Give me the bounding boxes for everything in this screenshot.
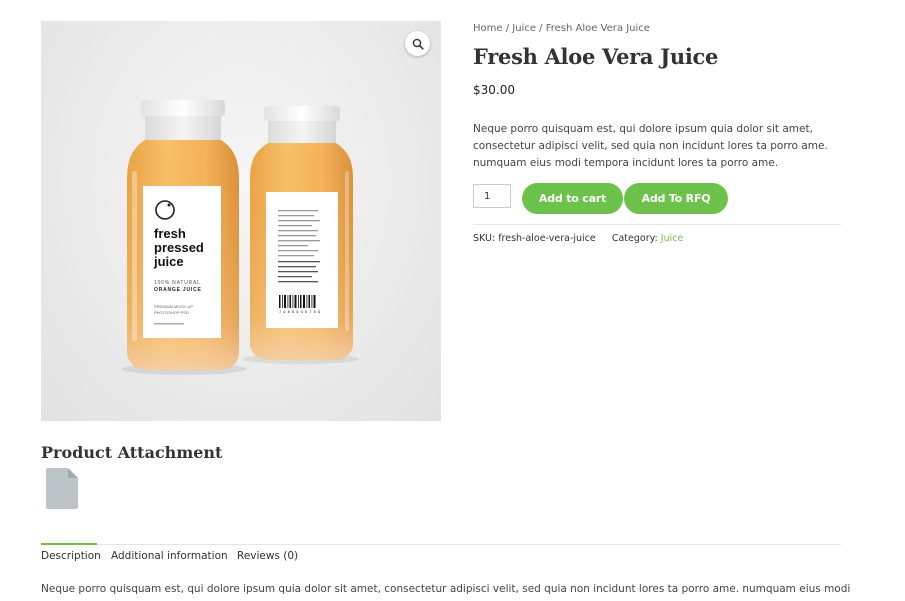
product-image[interactable]: fresh pressed juice 100% NATURAL ORANGE …	[41, 21, 441, 421]
attachment-file[interactable]	[46, 468, 78, 513]
sku-label: SKU:	[473, 233, 499, 244]
file-icon	[46, 468, 78, 509]
product-price: $30.00	[473, 83, 515, 97]
product-title: Fresh Aloe Vera Juice	[473, 44, 719, 69]
add-to-cart-button[interactable]: Add to cart	[522, 183, 623, 214]
attachment-title: Product Attachment	[41, 443, 223, 462]
svg-text:PREMIUM MOCK-UP: PREMIUM MOCK-UP	[154, 304, 193, 309]
add-to-rfq-button[interactable]: Add To RFQ	[624, 183, 728, 214]
sku-value: fresh-aloe-vera-juice	[498, 233, 596, 244]
tabs-divider	[41, 544, 841, 545]
breadcrumb-separator: /	[502, 23, 513, 34]
description-text: Neque porro quisquam est, qui dolore ips…	[41, 583, 851, 595]
tab-description[interactable]: Description	[41, 550, 101, 562]
zoom-button[interactable]	[405, 31, 430, 56]
tab-reviews[interactable]: Reviews (0)	[237, 550, 298, 562]
breadcrumb-home[interactable]: Home	[473, 23, 503, 34]
svg-text:pressed: pressed	[154, 240, 204, 255]
category-link[interactable]: Juice	[661, 233, 684, 244]
svg-text:ORANGE JUICE: ORANGE JUICE	[154, 287, 202, 293]
tab-additional-information[interactable]: Additional information	[111, 550, 228, 562]
divider	[473, 224, 841, 225]
breadcrumb-separator: /	[535, 23, 546, 34]
svg-text:100% NATURAL: 100% NATURAL	[154, 280, 201, 286]
bottle-label-text: fresh	[154, 226, 186, 241]
search-icon	[412, 38, 424, 50]
product-short-description: Neque porro quisquam est, qui dolore ips…	[473, 123, 828, 169]
product-meta: SKU: fresh-aloe-vera-juice Category: Jui…	[473, 233, 683, 244]
breadcrumb: Home / Juice / Fresh Aloe Vera Juice	[473, 23, 650, 34]
svg-text:juice: juice	[153, 254, 184, 269]
breadcrumb-category[interactable]: Juice	[512, 23, 536, 34]
breadcrumb-current: Fresh Aloe Vera Juice	[545, 23, 650, 34]
active-tab-indicator	[41, 543, 97, 545]
category-label: Category:	[611, 233, 661, 244]
svg-text:PHOTOSHOP PSD: PHOTOSHOP PSD	[154, 310, 189, 315]
quantity-input[interactable]	[473, 184, 511, 208]
juice-bottles-photo: fresh pressed juice 100% NATURAL ORANGE …	[122, 100, 359, 375]
svg-text:7 9 8 8 9 4 8 7 8 9: 7 9 8 8 9 4 8 7 8 9	[279, 311, 320, 315]
